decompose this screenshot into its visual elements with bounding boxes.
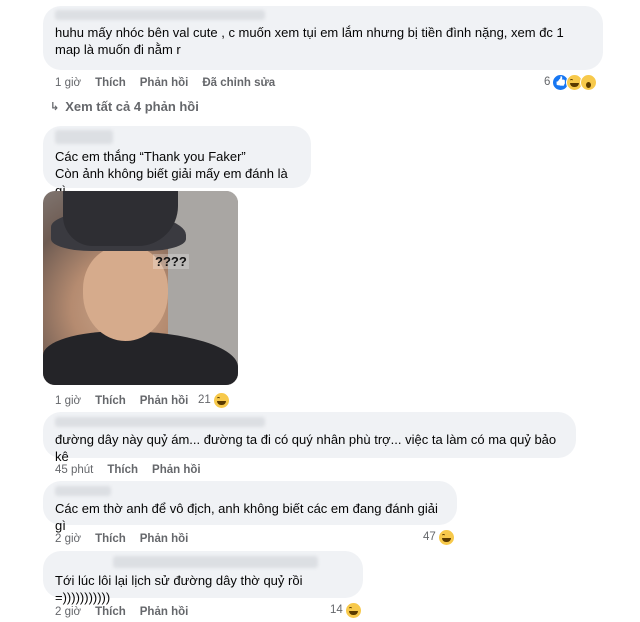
reply-arrow-icon: ↳ — [50, 101, 60, 113]
like-button[interactable]: Thích — [95, 606, 126, 618]
reaction-summary[interactable]: 47 — [423, 528, 455, 546]
reply-button[interactable]: Phản hồi — [140, 533, 189, 545]
like-button[interactable]: Thích — [95, 395, 126, 407]
reaction-summary[interactable]: 14 — [330, 601, 362, 619]
comment-bubble: Các em thắng “Thank you Faker” Còn ảnh k… — [43, 126, 311, 198]
reaction-summary[interactable]: 6 — [544, 73, 598, 91]
photo-cap — [63, 191, 178, 246]
see-all-replies-label: Xem tất cả 4 phản hồi — [65, 99, 199, 114]
comment-bubble: Tới lúc lôi lại lịch sử đường dây thờ qu… — [43, 551, 363, 605]
comment-actions: 1 giờ Thích Phản hồi Đã chỉnh sửa — [55, 75, 289, 91]
comment-actions: 2 giờ Thích Phản hồi — [55, 531, 202, 547]
see-all-replies-link[interactable]: ↳ Xem tất cả 4 phản hồi — [50, 99, 199, 114]
author-name-blurred[interactable] — [55, 130, 113, 144]
author-name-blurred[interactable] — [113, 556, 318, 568]
comment-text: Tới lúc lôi lại lịch sử đường dây thờ qu… — [55, 573, 303, 605]
author-name-blurred[interactable] — [55, 10, 265, 20]
reaction-summary[interactable]: 21 — [198, 391, 230, 409]
comment-text: huhu mấy nhóc bên val cute , c muốn xem … — [55, 25, 564, 57]
haha-icon — [344, 601, 362, 619]
reaction-count: 21 — [198, 394, 211, 406]
author-name-blurred[interactable] — [55, 417, 265, 427]
like-button[interactable]: Thích — [107, 464, 138, 476]
reaction-count: 14 — [330, 604, 343, 616]
like-button[interactable]: Thích — [95, 77, 126, 89]
edited-label[interactable]: Đã chỉnh sửa — [202, 77, 275, 89]
reply-button[interactable]: Phản hồi — [152, 464, 201, 476]
author-name-blurred[interactable] — [55, 486, 111, 496]
comment-photo[interactable]: ???? — [43, 191, 238, 385]
reply-button[interactable]: Phản hồi — [140, 606, 189, 618]
comment-text: đường dây này quỷ ám... đường ta đi có q… — [55, 432, 557, 464]
comment-actions: 1 giờ Thích Phản hồi — [55, 393, 202, 409]
reply-button[interactable]: Phản hồi — [140, 77, 189, 89]
haha-icon — [212, 391, 230, 409]
comment-time[interactable]: 1 giờ — [55, 395, 81, 407]
reply-button[interactable]: Phản hồi — [140, 395, 189, 407]
comment-bubble: Các em thờ anh để vô địch, anh không biế… — [43, 481, 457, 533]
comment-bubble: đường dây này quỷ ám... đường ta đi có q… — [43, 412, 576, 464]
comment-actions: 2 giờ Thích Phản hồi — [55, 604, 202, 620]
haha-icon — [437, 528, 455, 546]
like-button[interactable]: Thích — [95, 533, 126, 545]
wow-icon — [580, 73, 598, 91]
comment-time[interactable]: 2 giờ — [55, 533, 81, 545]
reaction-count: 6 — [544, 76, 551, 88]
comment-actions: 45 phút Thích Phản hồi — [55, 462, 215, 478]
comment-text: Các em thờ anh để vô địch, anh không biế… — [55, 501, 438, 533]
comment-time[interactable]: 45 phút — [55, 464, 93, 476]
comment-time[interactable]: 2 giờ — [55, 606, 81, 618]
comment-bubble: huhu mấy nhóc bên val cute , c muốn xem … — [43, 6, 603, 70]
comment-time[interactable]: 1 giờ — [55, 77, 81, 89]
reaction-count: 47 — [423, 531, 436, 543]
photo-caption: ???? — [153, 254, 189, 269]
